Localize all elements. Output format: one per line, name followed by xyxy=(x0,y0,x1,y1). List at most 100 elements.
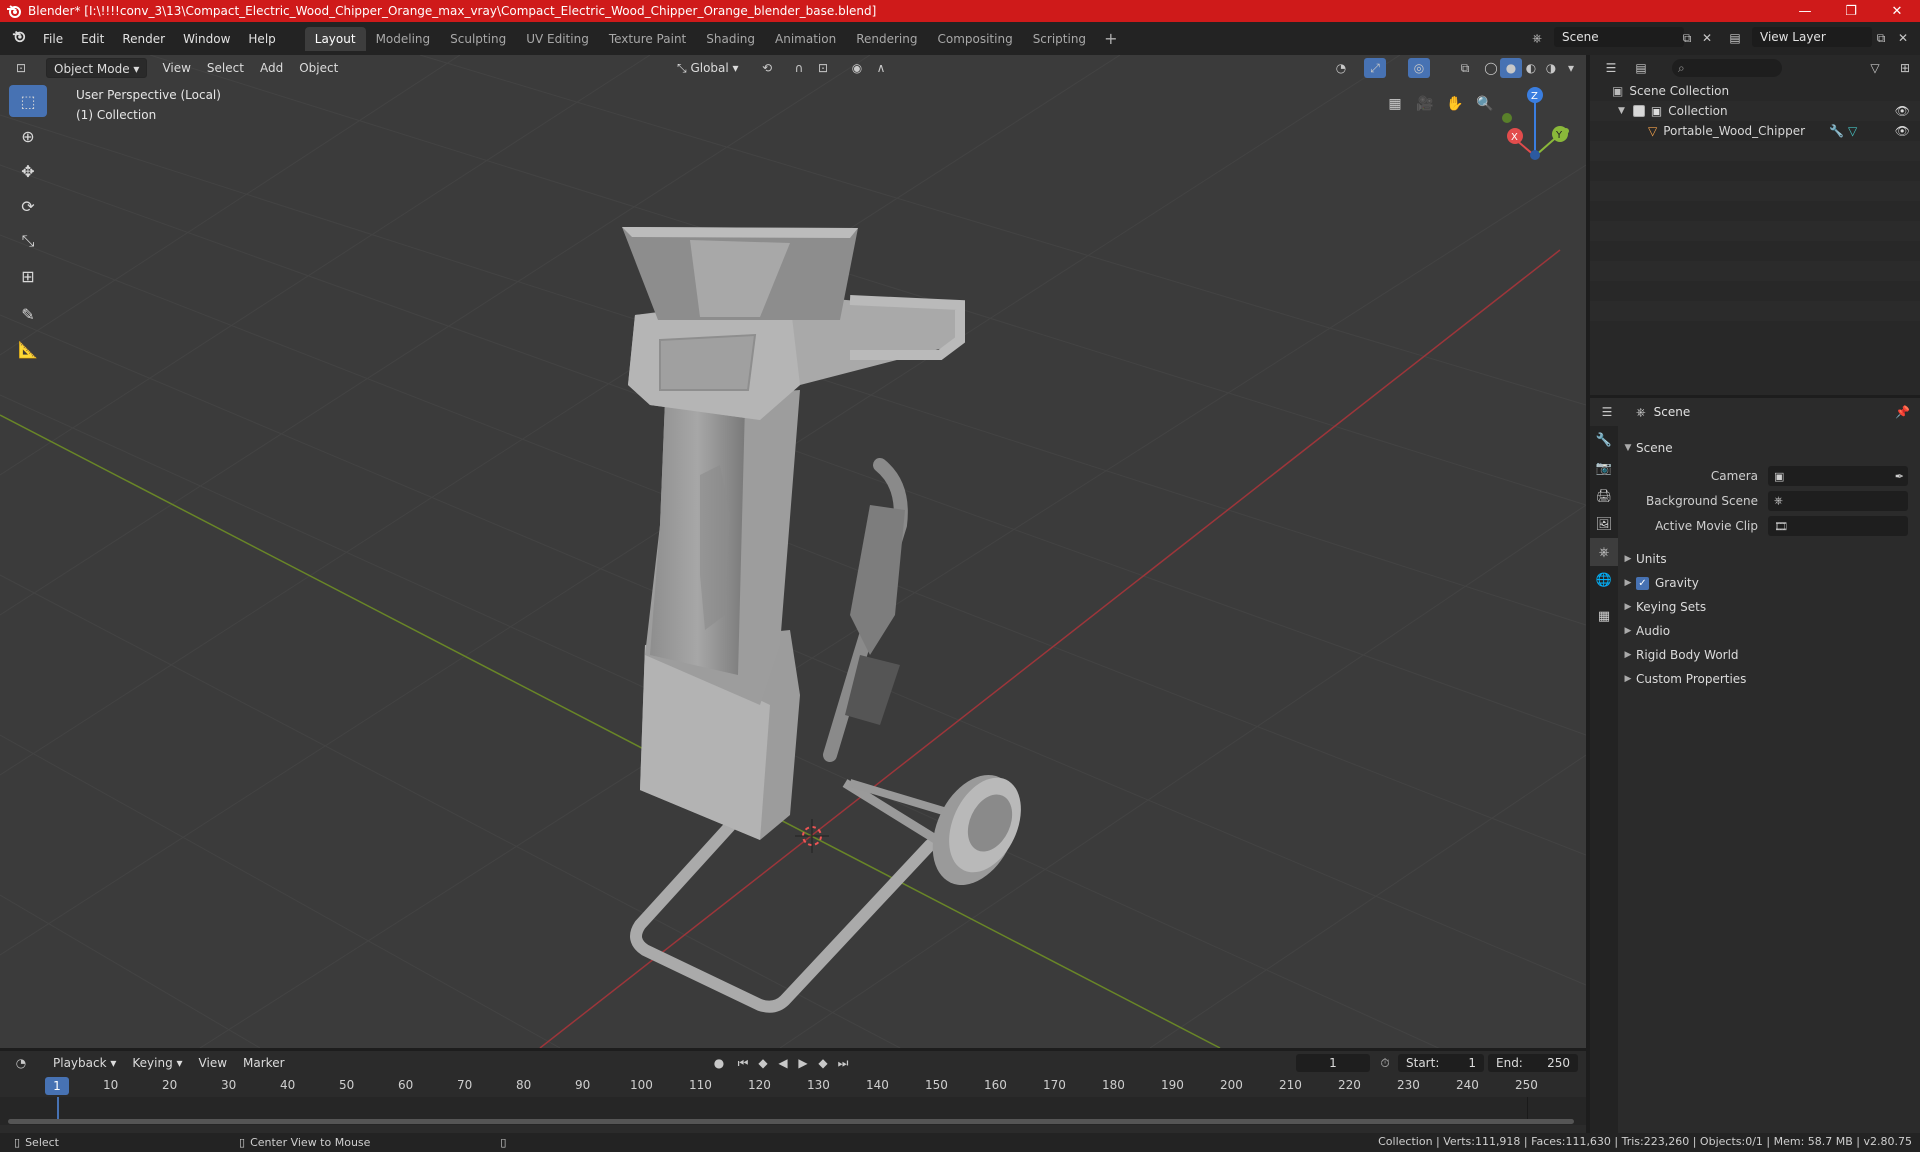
tab-modeling[interactable]: Modeling xyxy=(366,27,441,51)
tab-animation[interactable]: Animation xyxy=(765,27,846,51)
new-view-layer-icon[interactable]: ⧉ xyxy=(1870,28,1892,48)
menu-render[interactable]: Render xyxy=(113,28,174,50)
rotate-tool-icon[interactable]: ⟳ xyxy=(9,190,47,222)
timeline-menu-view[interactable]: View xyxy=(192,1053,234,1073)
select-box-tool-icon[interactable]: ⬚ xyxy=(9,85,47,117)
output-tab-icon[interactable]: 🖨 xyxy=(1590,482,1618,510)
maximize-button[interactable]: ❐ xyxy=(1828,0,1874,22)
expand-arrow-icon[interactable]: ▼ xyxy=(1618,106,1625,116)
menu-window[interactable]: Window xyxy=(174,28,239,50)
modifier-wrench-icon[interactable]: 🔧 xyxy=(1829,124,1844,138)
collection-checkbox[interactable] xyxy=(1632,105,1645,117)
new-scene-icon[interactable]: ⧉ xyxy=(1676,28,1698,48)
timeline-menu-keying[interactable]: Keying ▾ xyxy=(125,1053,189,1073)
play-icon[interactable]: ▶ xyxy=(792,1053,814,1073)
tool-tab-icon[interactable]: 🔧 xyxy=(1590,426,1618,454)
add-workspace-button[interactable]: + xyxy=(1096,29,1125,48)
editor-type-icon[interactable]: ⊡ xyxy=(10,58,32,78)
tab-texture-paint[interactable]: Texture Paint xyxy=(599,27,696,51)
world-tab-icon[interactable]: 🌐 xyxy=(1590,566,1618,594)
xray-toggle-icon[interactable]: ⧉ xyxy=(1454,58,1476,78)
tab-rendering[interactable]: Rendering xyxy=(846,27,927,51)
menu-edit[interactable]: Edit xyxy=(72,28,113,50)
tab-layout[interactable]: Layout xyxy=(304,26,366,51)
view-layer-tab-icon[interactable]: 🖼 xyxy=(1590,510,1618,538)
3d-cursor[interactable] xyxy=(795,819,829,853)
viewport-menu-view[interactable]: View xyxy=(155,58,197,78)
view-layer-icon[interactable]: ▤ xyxy=(1724,28,1746,48)
tab-uv-editing[interactable]: UV Editing xyxy=(516,27,599,51)
stopwatch-icon[interactable]: ⏱ xyxy=(1374,1053,1396,1073)
units-panel-header[interactable]: ▶ Units xyxy=(1620,547,1920,571)
measure-tool-icon[interactable]: 📐 xyxy=(9,333,47,365)
menu-help[interactable]: Help xyxy=(239,28,284,50)
camera-view-icon[interactable]: 🎥 xyxy=(1410,89,1440,119)
proportional-edit-icon[interactable]: ◉ xyxy=(846,58,868,78)
filter-icon[interactable]: ▽ xyxy=(1864,58,1886,78)
shading-wireframe-icon[interactable]: ◯ xyxy=(1480,58,1502,78)
close-button[interactable]: ✕ xyxy=(1874,0,1920,22)
outliner-editor-type-icon[interactable]: ☰ xyxy=(1600,58,1622,78)
pan-hand-icon[interactable]: ✋ xyxy=(1440,89,1470,119)
new-collection-icon[interactable]: ⊞ xyxy=(1894,58,1916,78)
tab-shading[interactable]: Shading xyxy=(696,27,765,51)
timeline-editor-type-icon[interactable]: ◔ xyxy=(10,1053,32,1073)
minimize-button[interactable]: — xyxy=(1782,0,1828,22)
viewport-menu-add[interactable]: Add xyxy=(253,58,290,78)
scene-section-header[interactable]: ▼ Scene xyxy=(1620,436,1920,460)
cursor-tool-icon[interactable]: ⊕ xyxy=(9,120,47,152)
shading-options-icon[interactable]: ▾ xyxy=(1560,58,1582,78)
outliner-row-object[interactable]: ▽ Portable_Wood_Chipper 🔧 ▽ 👁 xyxy=(1590,121,1920,141)
start-frame-field[interactable]: Start: 1 xyxy=(1398,1054,1484,1072)
render-tab-icon[interactable]: 📷 xyxy=(1590,454,1618,482)
outliner-search-input[interactable]: ⌕ xyxy=(1672,59,1782,77)
viewport-menu-object[interactable]: Object xyxy=(292,58,345,78)
prev-keyframe-icon[interactable]: ◆ xyxy=(752,1053,774,1073)
zoom-icon[interactable]: 🔍 xyxy=(1470,89,1500,119)
jump-end-icon[interactable]: ⏭ xyxy=(832,1053,854,1073)
delete-scene-icon[interactable]: ✕ xyxy=(1696,28,1718,48)
visibility-icon[interactable]: ◔ xyxy=(1330,58,1352,78)
snap-target-icon[interactable]: ⊡ xyxy=(812,58,834,78)
snap-magnet-icon[interactable]: ∩ xyxy=(788,58,810,78)
next-keyframe-icon[interactable]: ◆ xyxy=(812,1053,834,1073)
timeline-track-area[interactable] xyxy=(0,1097,1586,1125)
timeline-scrollbar[interactable] xyxy=(8,1119,1574,1124)
transform-orientation-dropdown[interactable]: ⤡ Global ▾ xyxy=(670,58,746,78)
3d-viewport[interactable]: Z Y X ⊡ Object Mode ▾ View Select Add Ob… xyxy=(0,55,1586,1048)
tab-scripting[interactable]: Scripting xyxy=(1023,27,1096,51)
scene-selector-icon[interactable]: ⎈ xyxy=(1526,28,1548,48)
object-mode-dropdown[interactable]: Object Mode ▾ xyxy=(46,58,148,78)
camera-field[interactable]: ▣ ✒ xyxy=(1768,466,1908,486)
current-frame-field[interactable]: 1 xyxy=(1296,1054,1370,1072)
end-frame-field[interactable]: End: 250 xyxy=(1488,1054,1578,1072)
scene-tab-icon[interactable]: ⎈ xyxy=(1590,538,1618,566)
pin-icon[interactable]: 📌 xyxy=(1895,405,1910,419)
view-layer-field[interactable]: View Layer xyxy=(1752,27,1872,47)
outliner-row-scene-collection[interactable]: ▣ Scene Collection xyxy=(1590,81,1920,101)
timeline-menu-marker[interactable]: Marker xyxy=(236,1053,291,1073)
shading-material-icon[interactable]: ◐ xyxy=(1520,58,1542,78)
gravity-checkbox[interactable]: ✓ xyxy=(1636,576,1649,590)
gizmo-toggle-icon[interactable]: ⤢ xyxy=(1364,58,1386,78)
delete-view-layer-icon[interactable]: ✕ xyxy=(1892,28,1914,48)
object-visibility-eye-icon[interactable]: 👁 xyxy=(1895,124,1910,138)
timeline-ruler[interactable]: 1 10 20 30 40 50 60 70 80 90 100 110 120… xyxy=(0,1075,1586,1097)
gravity-panel-header[interactable]: ▶ ✓ Gravity xyxy=(1620,571,1920,595)
play-reverse-icon[interactable]: ◀ xyxy=(772,1053,794,1073)
current-frame-indicator[interactable]: 1 xyxy=(45,1077,69,1095)
audio-panel-header[interactable]: ▶ Audio xyxy=(1620,619,1920,643)
jump-start-icon[interactable]: ⏮ xyxy=(732,1053,754,1073)
eyedropper-icon[interactable]: ✒ xyxy=(1895,470,1904,483)
transform-tool-icon[interactable]: ⊞ xyxy=(9,260,47,292)
scale-tool-icon[interactable]: ⤡ xyxy=(9,225,47,257)
scene-field[interactable]: Scene xyxy=(1554,27,1684,47)
navigation-gizmo[interactable]: Z Y X xyxy=(1502,87,1569,160)
shading-solid-icon[interactable]: ● xyxy=(1500,58,1522,78)
properties-editor-type-icon[interactable]: ☰ xyxy=(1596,402,1618,422)
background-scene-field[interactable]: ⎈ xyxy=(1768,491,1908,511)
overlay-toggle-icon[interactable]: ◎ xyxy=(1408,58,1430,78)
tab-compositing[interactable]: Compositing xyxy=(927,27,1022,51)
shading-rendered-icon[interactable]: ◑ xyxy=(1540,58,1562,78)
active-movie-clip-field[interactable]: 🎞 xyxy=(1768,516,1908,536)
